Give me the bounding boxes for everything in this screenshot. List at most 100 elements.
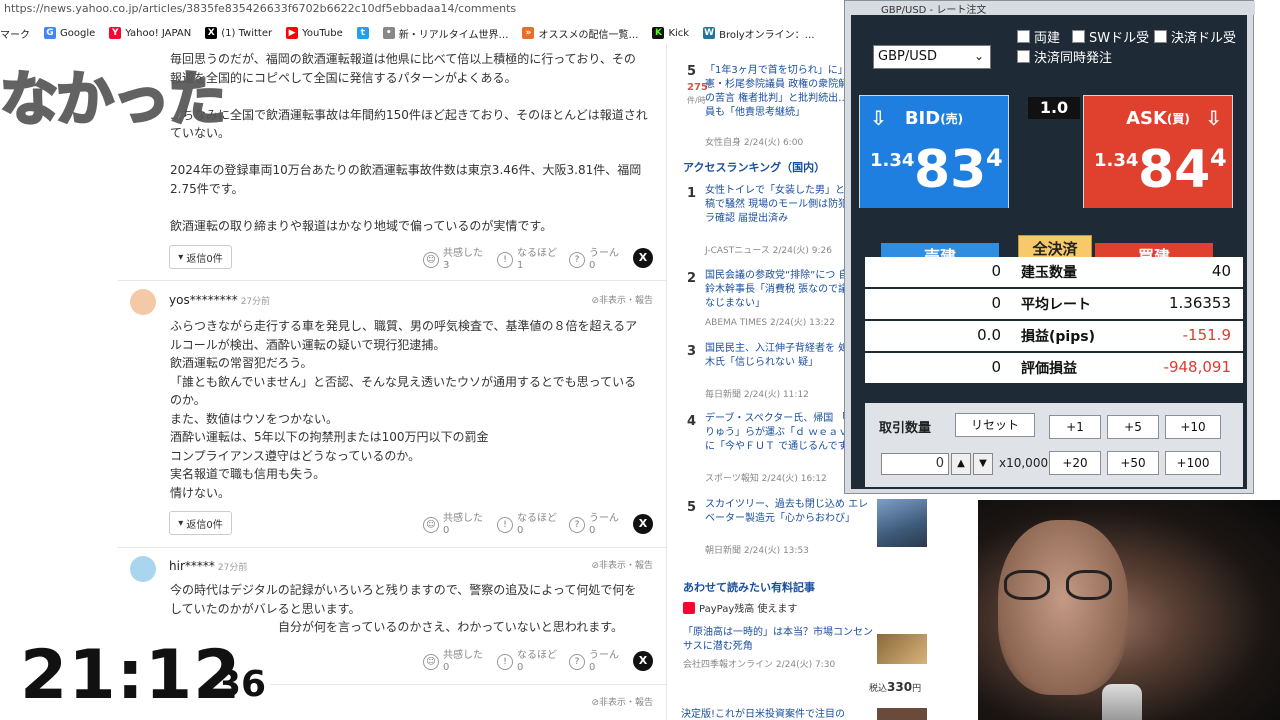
buy-value: -151.9 [1182, 326, 1231, 344]
views-unit: 件/時 [687, 96, 706, 105]
hmm-button[interactable]: ? うーん 0 [569, 650, 619, 674]
comment-time: 27分前 [240, 297, 271, 307]
reaction-label: うーん [589, 248, 619, 259]
reaction-count: 0 [443, 662, 450, 673]
bookmark-youtube[interactable]: ▶ YouTube [286, 27, 343, 39]
hide-report-link[interactable]: ⊘非表示・報告 [591, 695, 653, 708]
block-icon: ⊘ [591, 698, 599, 708]
ask-label: ASK [1126, 107, 1167, 129]
avatar [130, 556, 156, 582]
hide-report-link[interactable]: ⊘非表示・報告 [591, 558, 653, 571]
paid-article-link[interactable]: 「原油高は一時的」は本当？市場コンセンサスに潜む死角 [683, 626, 873, 654]
increment-button[interactable]: ▲ [951, 453, 971, 475]
comment-line: 情けない。 [170, 485, 231, 500]
sell-value: 0 [991, 262, 1001, 280]
checkbox-box [1072, 30, 1085, 43]
empathy-button[interactable]: ☺ 共感した 3 [423, 248, 483, 272]
bid-sell-button[interactable]: ⇩ BID (売) 1.34 83 4 [859, 95, 1009, 208]
bookmark-streams[interactable]: » オススメの配信一覧… [522, 26, 638, 41]
yahoo-icon: Y [109, 27, 122, 39]
add-100-button[interactable]: +100 [1165, 451, 1221, 475]
paid-thumbnail[interactable] [877, 634, 927, 664]
paypay-icon [683, 601, 695, 614]
share-x-button[interactable]: X [633, 651, 653, 671]
divider [118, 280, 666, 281]
fx-panel: GBP/USD ⌄ 両建 SWドル受 決済ドル受 決済同時発注 ⇩ BID (売) … [851, 15, 1247, 489]
sw-dollar-checkbox[interactable]: SWドル受 [1072, 27, 1149, 46]
chevron-down-icon: ⌄ [973, 49, 984, 63]
confused-icon: ? [569, 517, 585, 533]
bookmark-broly[interactable]: W Brolyオンライン：… [703, 26, 815, 41]
news-thumbnail[interactable] [877, 499, 927, 547]
price-big: 83 [914, 140, 987, 200]
reaction-label: 共感した [443, 513, 483, 524]
quantity-input[interactable]: 0 [881, 453, 949, 475]
reply-toggle-button[interactable]: ▾ 返信0件 [169, 511, 232, 535]
bookmark-item[interactable]: マーク [0, 26, 30, 41]
settle-dollar-checkbox[interactable]: 決済ドル受 [1154, 27, 1236, 46]
glasses [1004, 570, 1124, 602]
agree-button[interactable]: ! なるほど 0 [497, 513, 557, 537]
add-10-button[interactable]: +10 [1165, 415, 1221, 439]
hmm-button[interactable]: ? うーん 0 [569, 513, 619, 537]
bookmark-twitter-bird[interactable]: t [356, 27, 369, 39]
stream-icon: » [522, 27, 535, 39]
add-5-button[interactable]: +5 [1107, 415, 1159, 439]
paid-thumbnail[interactable] [877, 708, 927, 720]
google-icon: G [44, 27, 56, 39]
reaction-label: うーん [589, 513, 619, 524]
reaction-count: 0 [589, 260, 596, 271]
x-icon: X [205, 27, 218, 39]
hmm-button[interactable]: ? うーん 0 [569, 248, 619, 272]
decrement-button[interactable]: ▼ [973, 453, 993, 475]
share-x-button[interactable]: X [633, 514, 653, 534]
ranking-item-link[interactable]: スカイツリー、過去も閉じ込め エレベーター製造元「心からおわび」 [705, 498, 875, 542]
stream-caption: なかった [0, 64, 228, 135]
ask-header: ASK (買) ⇩ [1084, 96, 1232, 140]
caret-down-icon: ▾ [178, 251, 184, 263]
bid-header: ⇩ BID (売) [860, 96, 1008, 140]
share-x-button[interactable]: X [633, 248, 653, 268]
comment-line: ていない。 [170, 126, 231, 140]
empathy-button[interactable]: ☺ 共感した 0 [423, 513, 483, 537]
row-label: 建玉数量 [1021, 265, 1077, 281]
unrealized-pnl-row: 0 評価損益 -948,091 [865, 353, 1243, 383]
reply-toggle-button[interactable]: ▾ 返信0件 [169, 245, 232, 269]
comment-line: 飲酒運転の常習犯だろう。 [170, 356, 313, 370]
ask-buy-button[interactable]: ASK (買) ⇩ 1.34 84 4 [1083, 95, 1233, 208]
add-20-button[interactable]: +20 [1049, 451, 1101, 475]
bookmark-twitter[interactable]: X (1) Twitter [205, 27, 272, 39]
reaction-count: 3 [443, 260, 450, 271]
add-50-button[interactable]: +50 [1107, 451, 1159, 475]
simultaneous-order-checkbox[interactable]: 決済同時発注 [1017, 47, 1112, 66]
hide-report-label: 非表示・報告 [598, 561, 653, 571]
comment-line: のか。 [170, 393, 206, 407]
comment-username[interactable]: yos******** 27分前 [169, 293, 270, 307]
comment-line: していたのかがバレると思います。 [170, 601, 361, 616]
checkbox-box [1017, 30, 1030, 43]
position-qty-row: 0 建玉数量 40 [865, 257, 1243, 287]
reaction-count: 0 [517, 662, 524, 673]
hedge-checkbox[interactable]: 両建 [1017, 27, 1060, 46]
bookmark-yahoo[interactable]: Y Yahoo! JAPAN [109, 27, 191, 39]
ranking-item-meta: J-CASTニュース 2/24(火) 9:26 [705, 246, 832, 256]
empathy-button[interactable]: ☺ 共感した 0 [423, 650, 483, 674]
hide-report-link[interactable]: ⊘非表示・報告 [591, 293, 653, 306]
comment-username[interactable]: hir***** 27分前 [169, 559, 247, 573]
bookmark-label: Yahoo! JAPAN [125, 27, 192, 39]
reset-button[interactable]: リセット [955, 413, 1035, 437]
bookmark-realtime[interactable]: • 新・リアルタイム世界… [382, 26, 508, 41]
ranking-item-meta: 朝日新聞 2/24(火) 13:53 [705, 546, 809, 556]
add-1-button[interactable]: +1 [1049, 415, 1101, 439]
rank-number: 1 [687, 186, 697, 201]
paid-article-link[interactable]: 決定版!これが日米投資案件で注目の [681, 708, 861, 720]
ranking-item-meta: スポーツ報知 2/24(火) 16:12 [705, 474, 827, 484]
row-label: 評価損益 [1021, 361, 1077, 377]
agree-button[interactable]: ! なるほど 0 [497, 650, 557, 674]
bookmark-google[interactable]: G Google [44, 27, 95, 39]
agree-button[interactable]: ! なるほど 1 [497, 248, 557, 272]
bookmark-kick[interactable]: K Kick [652, 27, 689, 39]
rank-number: 2 [687, 271, 697, 286]
currency-pair-select[interactable]: GBP/USD ⌄ [873, 45, 991, 69]
hide-report-label: 非表示・報告 [598, 296, 653, 306]
